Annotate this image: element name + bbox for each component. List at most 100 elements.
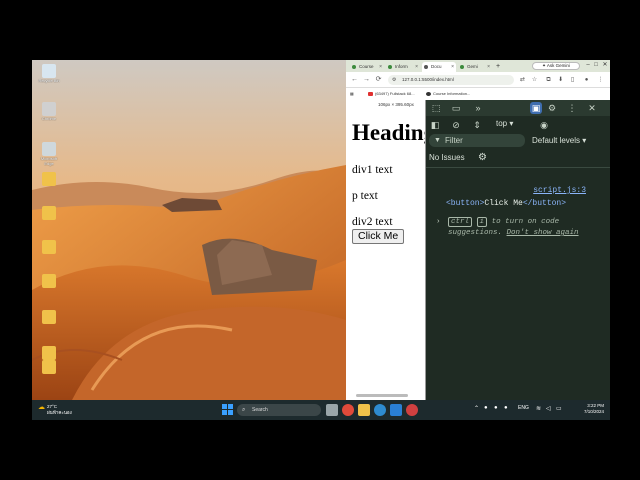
weather-desc: ฝนฟ้าคะนอง (47, 410, 72, 415)
desktop-icon[interactable]: Microsoft Edge (36, 142, 62, 166)
tray-app-icon[interactable]: ● (504, 405, 508, 411)
folder-icon (42, 240, 56, 254)
context-select[interactable]: top ▾ (496, 119, 513, 128)
console-settings-icon[interactable]: ⚙ (478, 150, 487, 166)
filter-icon: ▼ (434, 137, 441, 144)
bookmark-item[interactable]: Course Information... (426, 90, 470, 98)
windows-logo-icon (222, 410, 227, 415)
desktop-icon[interactable]: Recycle Bin (36, 64, 62, 83)
dont-show-again-link[interactable]: Don't show again (507, 229, 579, 237)
tab-gemini[interactable]: Gemi × (458, 62, 492, 72)
task-view-icon[interactable] (326, 404, 338, 416)
wallpaper-image (32, 60, 346, 400)
close-devtools-icon[interactable]: ✕ (586, 102, 598, 114)
device-toolbar-icon[interactable]: ▭ (450, 102, 462, 114)
desktop-icon-label: Chrome (41, 116, 57, 121)
battery-icon[interactable]: ▭ (556, 405, 562, 412)
horizontal-scrollbar[interactable] (356, 394, 408, 397)
new-tab-button[interactable]: + (494, 62, 506, 72)
folder-icon (42, 360, 56, 374)
sidebar-toggle-icon[interactable]: ◧ (429, 119, 441, 131)
edge-app-icon[interactable] (374, 404, 386, 416)
chrome-app-icon[interactable] (342, 404, 354, 416)
tray-chevron-icon[interactable]: ⌃ (474, 405, 479, 412)
translate-icon[interactable]: ⇄ (518, 75, 527, 85)
folder-icon (42, 172, 56, 186)
clear-console-icon[interactable]: ⊘ (450, 119, 462, 131)
folder-icon (42, 206, 56, 220)
more-tabs-icon[interactable]: » (472, 102, 484, 114)
app-icon (42, 64, 56, 78)
tab-close-icon[interactable]: × (487, 62, 490, 72)
tray-app-icon[interactable]: ● (494, 405, 498, 411)
console-log-entry[interactable]: <button>Click Me</button> (446, 199, 566, 208)
click-me-button[interactable]: Click Me (352, 229, 405, 244)
console-icon[interactable]: ▣ (530, 102, 542, 114)
clock[interactable]: 3:22 PM 7/10/2024 (570, 403, 604, 415)
log-levels-dropdown[interactable]: Default levels ▾ (532, 136, 586, 145)
divider (426, 167, 610, 168)
profile-avatar-icon[interactable]: ● (582, 75, 591, 85)
back-button[interactable]: ← (350, 75, 359, 85)
file-explorer-icon[interactable] (358, 404, 370, 416)
desktop-icon[interactable]: Chrome (36, 102, 62, 121)
desktop-icon-label: Recycle Bin (38, 78, 60, 83)
weather-widget[interactable]: ☁ 27°C ฝนฟ้าคะนอง (38, 404, 72, 416)
tab-close-icon[interactable]: × (451, 62, 454, 72)
tab-strip: Course × Inform × Docu × Gemi × + ✦ Ask … (346, 60, 610, 72)
live-expression-icon[interactable]: ⇕ (471, 119, 483, 131)
windows-logo-icon (222, 404, 227, 409)
site-info-icon[interactable]: ⚙ (392, 75, 396, 85)
tab-label: Inform (395, 64, 408, 69)
language-indicator[interactable]: ENG (518, 405, 529, 411)
desktop-icon[interactable] (36, 240, 62, 254)
browser-window: Course × Inform × Docu × Gemi × + ✦ Ask … (346, 60, 610, 400)
search-label: Search (252, 407, 268, 413)
page-heading: Heading (352, 120, 425, 145)
code-suggestions-hint: › ctrl i to turn on code suggestions. Do… (436, 217, 596, 239)
github-icon (426, 92, 431, 96)
address-bar-row: ← → ⟳ ⚙ 127.0.0.1:5500/index.html ⇄ ☆ ⧉ … (346, 72, 610, 88)
maximize-button[interactable]: □ (592, 61, 600, 70)
url-field[interactable]: ⚙ 127.0.0.1:5500/index.html (388, 75, 514, 85)
settings-gear-icon[interactable]: ⚙ (546, 102, 558, 114)
tab-close-icon[interactable]: × (379, 62, 382, 72)
side-panel-icon[interactable]: ▯ (568, 75, 577, 85)
folder-icon (42, 274, 56, 288)
extensions-icon[interactable]: ⧉ (544, 75, 553, 85)
tab-close-icon[interactable]: × (415, 62, 418, 72)
bookmark-apps-icon[interactable]: ▦ (350, 90, 354, 98)
volume-icon[interactable]: ◁ (546, 405, 551, 412)
ask-gemini-button[interactable]: ✦ Ask Gemini (532, 62, 580, 70)
desktop-icon[interactable] (36, 310, 62, 324)
desktop-icon[interactable] (36, 360, 62, 374)
filter-input[interactable]: ▼ Filter (429, 134, 525, 147)
reload-button[interactable]: ⟳ (374, 75, 383, 85)
tab-course[interactable]: Course × (350, 62, 384, 72)
eye-icon[interactable]: ◉ (538, 119, 550, 131)
taskbar-search[interactable]: ⌕ Search (237, 404, 321, 416)
vscode-app-icon[interactable] (390, 404, 402, 416)
forward-button[interactable]: → (362, 75, 371, 85)
menu-kebab-icon[interactable]: ⋮ (596, 75, 605, 85)
desktop-icon[interactable] (36, 172, 62, 186)
tab-docu[interactable]: Docu × (422, 62, 456, 72)
desktop-icon[interactable] (36, 206, 62, 220)
bookmark-item[interactable]: (63497) Fullstack 68... (368, 90, 415, 98)
desktop-icon[interactable] (36, 274, 62, 288)
desert-wallpaper: Recycle Bin Chrome Microsoft Edge (32, 60, 346, 400)
more-options-icon[interactable]: ⋮ (566, 102, 578, 114)
tab-inform[interactable]: Inform × (386, 62, 420, 72)
minimize-button[interactable]: – (584, 61, 592, 70)
bookmark-star-icon[interactable]: ☆ (530, 75, 539, 85)
downloads-icon[interactable]: ⬇ (556, 75, 565, 85)
search-icon: ⌕ (242, 407, 246, 413)
recorder-app-icon[interactable] (406, 404, 418, 416)
wifi-icon[interactable]: ≋ (536, 405, 541, 412)
tray-app-icon[interactable]: ● (484, 405, 488, 411)
start-button[interactable] (222, 404, 233, 415)
desktop-icon[interactable] (36, 346, 62, 360)
source-link[interactable]: script.js:3 (533, 186, 586, 195)
close-window-button[interactable]: ✕ (601, 61, 609, 70)
inspect-element-icon[interactable]: ⬚ (430, 102, 442, 114)
